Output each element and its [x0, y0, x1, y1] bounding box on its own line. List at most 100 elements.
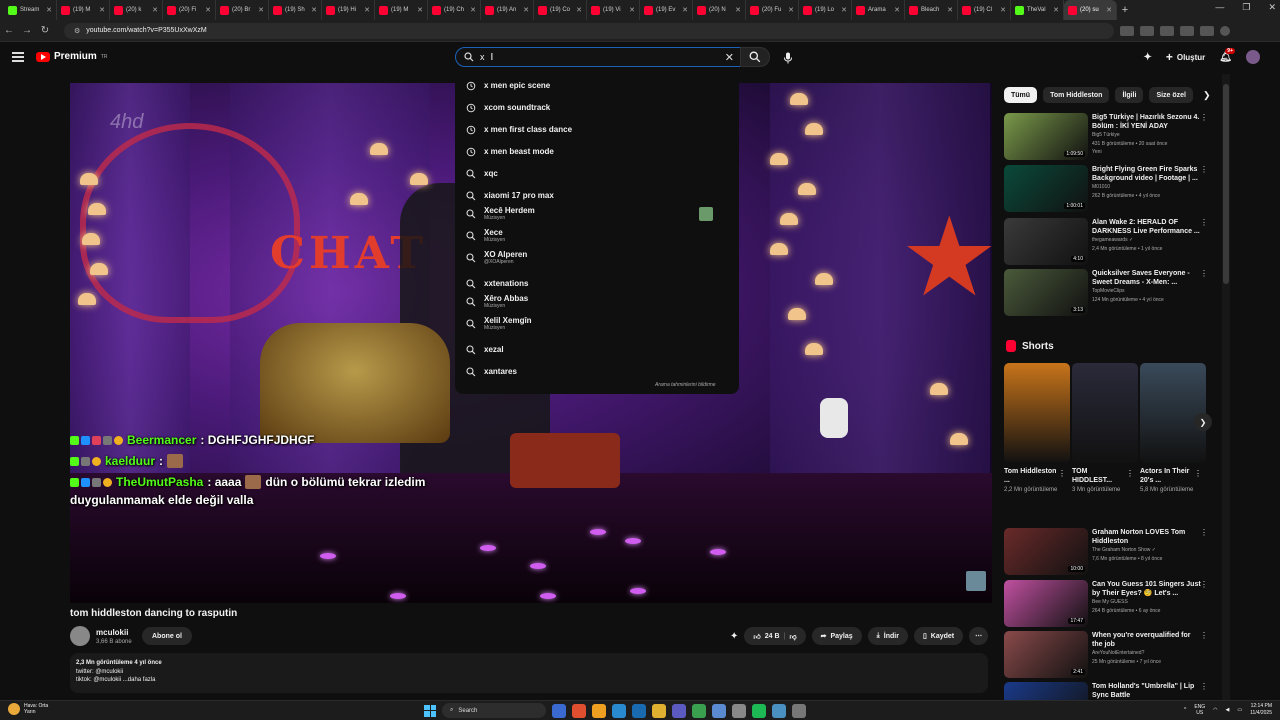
- chrome-icon[interactable]: [572, 703, 586, 718]
- back-icon[interactable]: ←: [0, 25, 18, 36]
- channel-avatar[interactable]: [70, 626, 90, 646]
- filter-chip[interactable]: Tümü: [1004, 87, 1038, 103]
- more-vert-icon[interactable]: ⋮: [1058, 469, 1066, 478]
- task-view-icon[interactable]: [552, 703, 566, 718]
- battery-icon[interactable]: ▭: [1237, 707, 1242, 713]
- chevron-up-icon[interactable]: ^: [1184, 707, 1186, 713]
- close-window-icon[interactable]: ✕: [1268, 2, 1276, 13]
- browser-tab[interactable]: (20) Br ✕: [216, 0, 269, 20]
- maximize-icon[interactable]: ❐: [1242, 2, 1250, 13]
- close-tab-icon[interactable]: ✕: [470, 6, 476, 14]
- search-suggestion[interactable]: Xecê Herdem Müzisyen: [455, 205, 739, 223]
- search-suggestion[interactable]: x men first class dance: [455, 121, 739, 139]
- more-vert-icon[interactable]: ⋮: [1200, 165, 1208, 174]
- short-card[interactable]: TOM HIDDLEST... 3 Mn görüntüleme ⋮: [1072, 363, 1138, 493]
- url-field[interactable]: ⚙ youtube.com/watch?v=P355UxXwXzM: [64, 22, 1114, 39]
- extension-icon[interactable]: [1140, 25, 1154, 36]
- recommended-title[interactable]: Big5 Türkiye | Hazırlık Sezonu 4. Bölüm …: [1092, 113, 1202, 131]
- video-thumbnail[interactable]: 17:47: [1004, 580, 1088, 627]
- browser-tab[interactable]: (20) Fu ✕: [746, 0, 799, 20]
- recommended-video[interactable]: 3:13 Quicksilver Saves Everyone - Sweet D…: [1004, 269, 1214, 317]
- browser-tab[interactable]: (19) Ch ✕: [428, 0, 481, 20]
- video-thumbnail[interactable]: 10:00: [1004, 528, 1088, 575]
- more-vert-icon[interactable]: ⋮: [1200, 218, 1208, 227]
- gem-icon[interactable]: ✦: [730, 631, 738, 642]
- close-tab-icon[interactable]: ✕: [1000, 6, 1006, 14]
- recommended-channel[interactable]: TopMovieClips: [1092, 288, 1125, 294]
- close-tab-icon[interactable]: ✕: [523, 6, 529, 14]
- browser-tab[interactable]: (20) N ✕: [693, 0, 746, 20]
- like-button[interactable]: 👍︎ 24 B | 👎︎: [744, 627, 806, 645]
- extension-icon[interactable]: [1160, 25, 1174, 36]
- browser-tab[interactable]: (19) Lo ✕: [799, 0, 852, 20]
- thumbs-down-icon[interactable]: 👎︎: [789, 632, 796, 641]
- reload-icon[interactable]: ↻: [36, 25, 54, 36]
- browser-tab[interactable]: (19) M ✕: [375, 0, 428, 20]
- short-card[interactable]: Tom Hiddleston ... 2,2 Mn görüntüleme ⋮: [1004, 363, 1070, 493]
- video-thumbnail[interactable]: 3:13: [1004, 269, 1088, 316]
- taskbar-search[interactable]: ⌕ Search: [442, 703, 546, 718]
- weather-widget[interactable]: Hava: Orta Yarın: [8, 703, 48, 715]
- more-vert-icon[interactable]: ⋮: [1194, 469, 1202, 478]
- browser-tab[interactable]: (19) Sh ✕: [269, 0, 322, 20]
- shorts-next-button[interactable]: ❯: [1194, 413, 1212, 431]
- recommended-channel[interactable]: The Graham Norton Show ✓: [1092, 547, 1156, 553]
- search-button[interactable]: [740, 47, 770, 67]
- volume-icon[interactable]: ◀︎: [1226, 707, 1230, 713]
- save-button[interactable]: ▯ Kaydet: [913, 627, 964, 645]
- short-thumbnail[interactable]: [1004, 363, 1070, 463]
- app-icon[interactable]: [732, 703, 746, 718]
- search-suggestion[interactable]: xantares: [455, 363, 739, 381]
- close-tab-icon[interactable]: ✕: [788, 6, 794, 14]
- video-thumbnail[interactable]: 1:00:01: [1004, 165, 1088, 212]
- recommended-title[interactable]: Quicksilver Saves Everyone - Sweet Dream…: [1092, 269, 1202, 287]
- share-button[interactable]: ➦ Paylaş: [811, 627, 862, 645]
- browser-tab[interactable]: (19) Vi ✕: [587, 0, 640, 20]
- more-vert-icon[interactable]: ⋮: [1200, 113, 1208, 122]
- close-tab-icon[interactable]: ✕: [841, 6, 847, 14]
- browser-tab[interactable]: Bleach ✕: [905, 0, 958, 20]
- recommended-video[interactable]: 1:00:01 Bright Flying Green Fire Sparks B…: [1004, 165, 1214, 213]
- search-suggestion[interactable]: XO Alperen @XOAlperen: [455, 249, 739, 267]
- extension-icon[interactable]: [1200, 25, 1214, 36]
- browser-tab[interactable]: (19) Hi ✕: [322, 0, 375, 20]
- more-vert-icon[interactable]: ⋮: [1126, 469, 1134, 478]
- browser-tab[interactable]: (19) Co ✕: [534, 0, 587, 20]
- short-thumbnail[interactable]: [1072, 363, 1138, 463]
- search-suggestion[interactable]: xqc: [455, 165, 739, 183]
- profile-icon[interactable]: [1220, 25, 1230, 36]
- recommended-video[interactable]: 1:09:50 Big5 Türkiye | Hazırlık Sezonu 4.…: [1004, 113, 1214, 161]
- more-vert-icon[interactable]: ⋮: [1200, 682, 1208, 691]
- browser-tab[interactable]: (19) M ✕: [57, 0, 110, 20]
- close-tab-icon[interactable]: ✕: [629, 6, 635, 14]
- chrome-icon[interactable]: [592, 703, 606, 718]
- short-title[interactable]: Actors In Their 20's ...: [1140, 467, 1196, 485]
- channel-name[interactable]: mculokii: [96, 628, 128, 637]
- filter-chip[interactable]: İlgili: [1115, 87, 1144, 103]
- close-tab-icon[interactable]: ✕: [46, 6, 52, 14]
- browser-tab[interactable]: Arama ✕: [852, 0, 905, 20]
- search-suggestion[interactable]: Xece Müzisyen: [455, 227, 739, 245]
- report-predictions-link[interactable]: Arama tahminlerini bildirme: [655, 382, 716, 388]
- forward-icon[interactable]: →: [18, 25, 36, 36]
- search-suggestion[interactable]: x men beast mode: [455, 143, 739, 161]
- site-info-icon[interactable]: ⚙: [74, 27, 80, 35]
- recommended-video[interactable]: 17:47 Can You Guess 101 Singers Just by T…: [1004, 580, 1214, 628]
- recommended-video[interactable]: 2:41 When you're overqualified for the jo…: [1004, 631, 1214, 679]
- search-suggestion[interactable]: x men epic scene: [455, 77, 739, 95]
- browser-tab[interactable]: (19) Cl ✕: [958, 0, 1011, 20]
- short-thumbnail[interactable]: [1140, 363, 1206, 463]
- browser-tab[interactable]: (20) Fi ✕: [163, 0, 216, 20]
- more-vert-icon[interactable]: ⋮: [1200, 528, 1208, 537]
- more-actions-button[interactable]: ⋯: [969, 627, 989, 645]
- close-tab-icon[interactable]: ✕: [894, 6, 900, 14]
- close-tab-icon[interactable]: ✕: [947, 6, 953, 14]
- video-thumbnail[interactable]: 1:09:50: [1004, 113, 1088, 160]
- recommended-channel[interactable]: Bee My GUESS: [1092, 599, 1128, 605]
- close-tab-icon[interactable]: ✕: [364, 6, 370, 14]
- extension-icon[interactable]: [1180, 25, 1194, 36]
- chevron-right-icon[interactable]: ❯: [1203, 90, 1211, 101]
- search-suggestion[interactable]: xcom soundtrack: [455, 99, 739, 117]
- menu-icon[interactable]: [12, 52, 24, 62]
- recommended-channel[interactable]: M01010: [1092, 184, 1110, 190]
